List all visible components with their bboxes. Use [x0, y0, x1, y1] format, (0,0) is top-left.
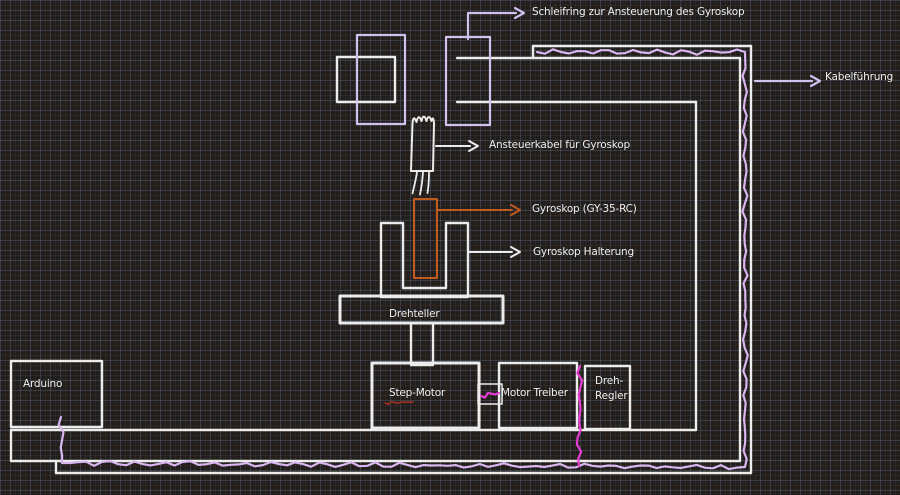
label-dreh-regler-line2: Regler [595, 389, 627, 404]
spellcheck-group [385, 402, 413, 405]
label-ansteuerkabel[interactable]: Ansteuerkabel für Gyroskop [489, 139, 630, 152]
diagram-layer [0, 0, 900, 495]
gyroskop-module-rect[interactable] [414, 199, 437, 278]
label-halterung[interactable]: Gyroskop Halterung [533, 246, 634, 259]
motor-connector-wavy-line[interactable] [481, 393, 499, 398]
spellcheck-squiggle-icon [385, 402, 413, 405]
label-step-motor[interactable]: Step-Motor [389, 387, 445, 400]
plug-wire-2 [420, 172, 423, 195]
plug-wire-3 [428, 172, 430, 193]
left-rotor-rect[interactable] [357, 35, 405, 124]
label-dreh-regler[interactable]: Dreh- Regler [595, 374, 627, 404]
drawing-canvas[interactable]: Schleifring zur Ansteuerung des Gyroskop… [0, 0, 900, 495]
ansteuerkabel-arrow[interactable] [436, 141, 478, 151]
plug-body [411, 117, 434, 172]
label-kabelfuehrung[interactable]: Kabelführung [825, 71, 893, 84]
gyroskop-halterung-shape[interactable] [381, 223, 468, 297]
label-motor-treiber[interactable]: Motor Treiber [501, 387, 568, 400]
plug-wire-1 [413, 172, 418, 194]
left-bearing-block-rect[interactable] [337, 57, 395, 102]
kabelfuehrung-arrow[interactable] [755, 76, 820, 86]
label-schleifring[interactable]: Schleifring zur Ansteuerung des Gyroskop [532, 6, 745, 19]
pointer-line [468, 13, 516, 39]
ansteuerkabel-plug-drawing[interactable] [411, 117, 434, 195]
halterung-arrow[interactable] [469, 247, 520, 257]
motor-shaft-rect[interactable] [411, 323, 433, 365]
label-gyroskop[interactable]: Gyroskop (GY-35-RC) [532, 203, 637, 216]
label-arduino[interactable]: Arduino [23, 378, 62, 391]
schleifring-pointer[interactable] [468, 8, 524, 39]
pink-cable-group [481, 366, 582, 466]
white-ink-group [11, 46, 751, 473]
gyroskop-arrow[interactable] [437, 205, 520, 215]
right-rotor-rect[interactable] [446, 37, 490, 125]
label-dreh-regler-line1: Dreh- [595, 374, 627, 389]
arduino-box[interactable] [11, 361, 102, 427]
label-drehteller[interactable]: Drehteller [389, 308, 439, 321]
